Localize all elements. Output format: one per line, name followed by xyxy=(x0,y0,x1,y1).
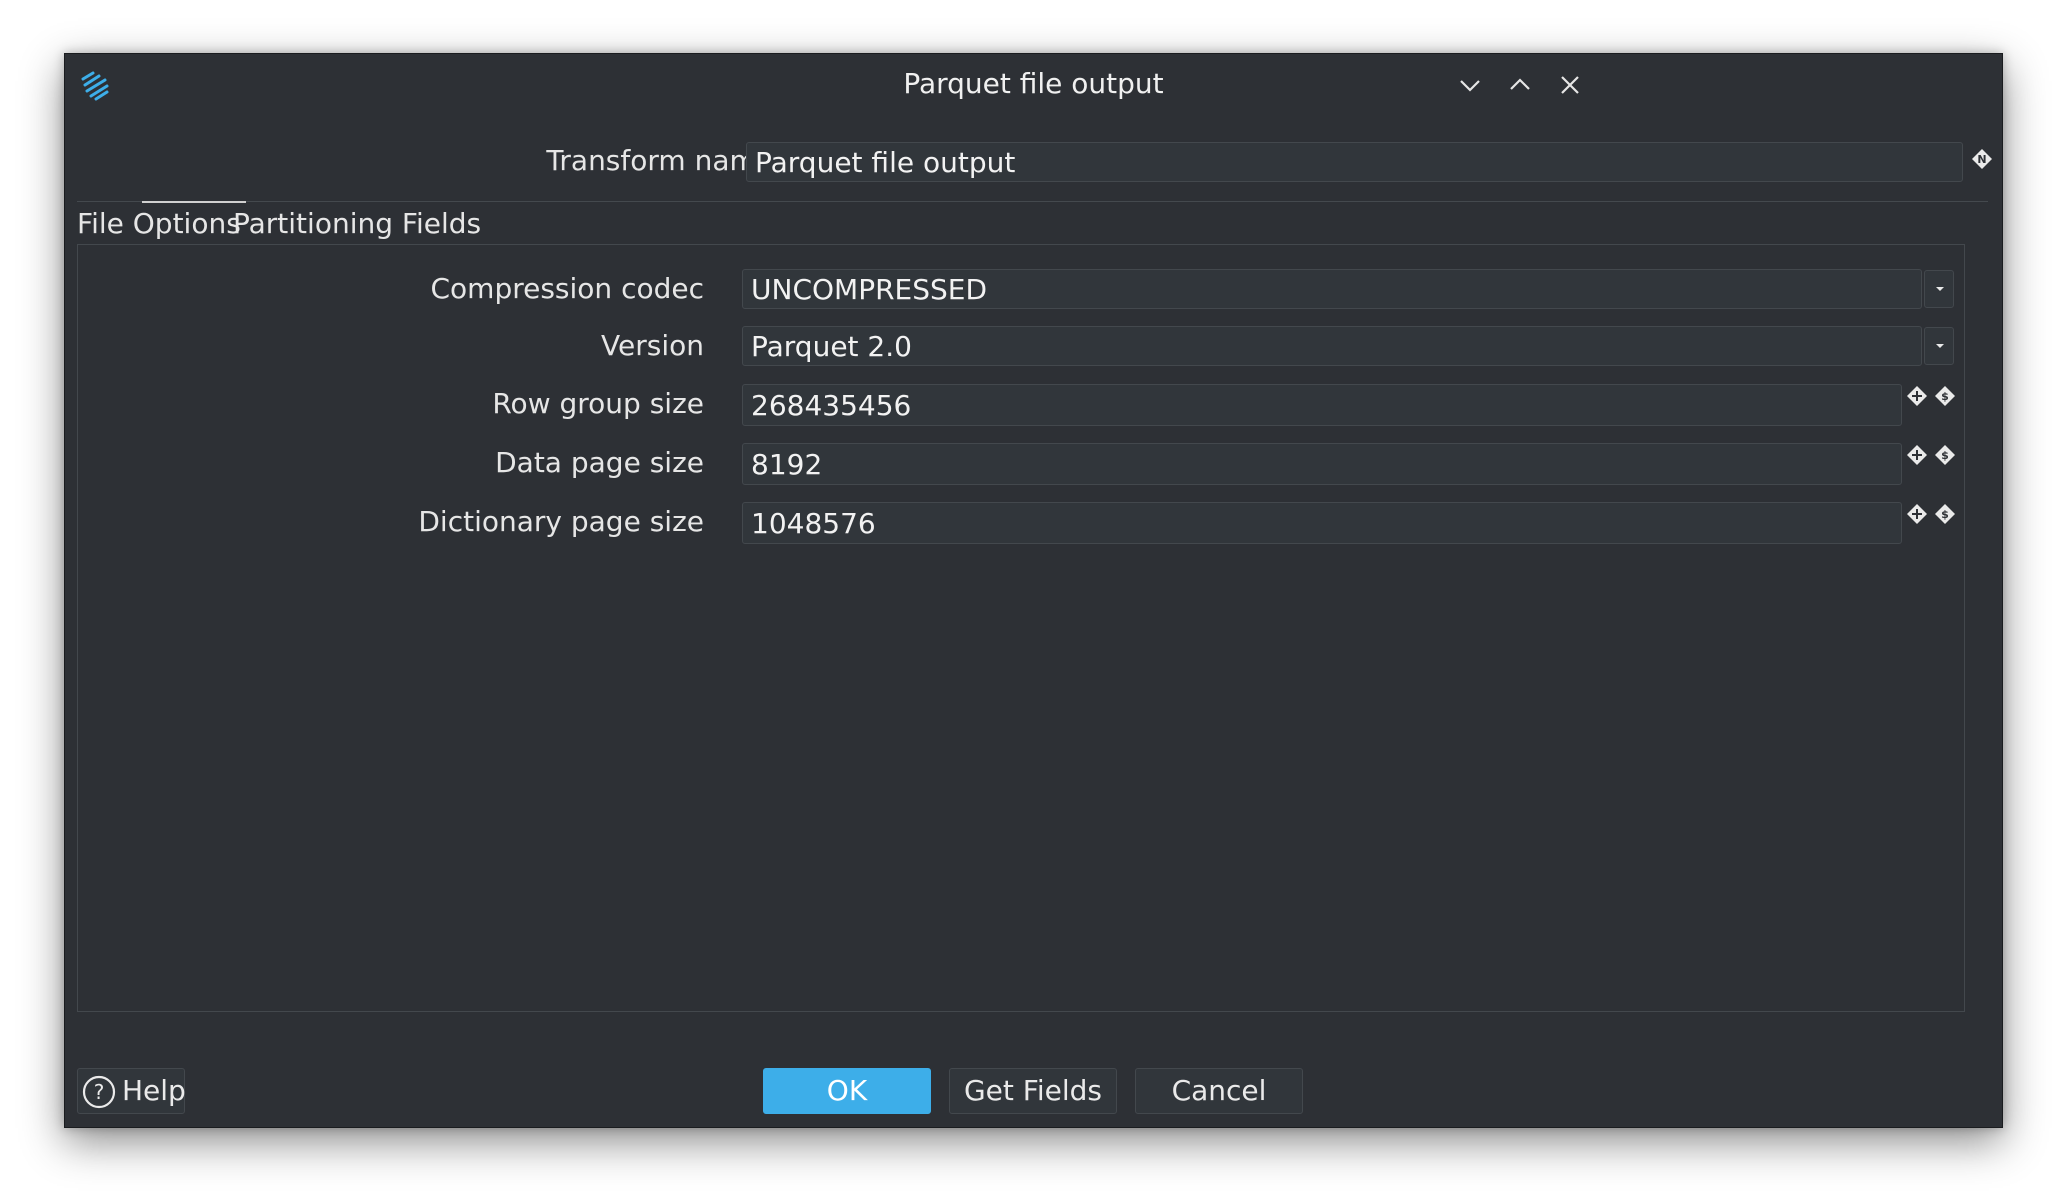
variable-icon[interactable] xyxy=(1906,503,1928,525)
variable-icon[interactable] xyxy=(1906,385,1928,407)
data-page-size-label: Data page size xyxy=(495,446,704,479)
ok-button[interactable]: OK xyxy=(763,1068,931,1114)
svg-text:$: $ xyxy=(1941,449,1949,462)
variable-icon[interactable] xyxy=(1906,444,1928,466)
get-fields-button[interactable]: Get Fields xyxy=(949,1068,1117,1114)
dictionary-page-size-label: Dictionary page size xyxy=(418,505,704,538)
help-circle-icon: ? xyxy=(82,1075,116,1109)
tab-file-options[interactable]: File Options xyxy=(77,201,241,245)
version-dropdown-button[interactable] xyxy=(1924,327,1954,365)
row-group-size-input[interactable] xyxy=(742,384,1902,426)
parquet-dialog: Parquet file output Transform name N Fil… xyxy=(64,53,2003,1128)
maximize-button[interactable] xyxy=(1505,70,1535,100)
file-options-panel: Compression codec Version Row group size… xyxy=(77,244,1965,1012)
dictionary-page-size-input[interactable] xyxy=(742,502,1902,544)
help-label: Help xyxy=(122,1074,186,1107)
compression-codec-label: Compression codec xyxy=(430,272,704,305)
dollar-icon[interactable]: $ xyxy=(1934,503,1956,525)
compression-codec-select[interactable] xyxy=(742,269,1922,309)
svg-text:$: $ xyxy=(1941,508,1949,521)
svg-text:?: ? xyxy=(94,1080,105,1104)
dropdown-arrow-icon xyxy=(1936,344,1944,348)
chevron-down-icon xyxy=(1460,80,1480,92)
close-icon xyxy=(1561,76,1579,94)
svg-text:$: $ xyxy=(1941,390,1949,403)
compression-dropdown-button[interactable] xyxy=(1924,270,1954,308)
help-button[interactable]: ? Help xyxy=(77,1068,186,1114)
tab-partitioning-fields[interactable]: Partitioning Fields xyxy=(233,201,481,245)
transform-name-input[interactable] xyxy=(746,142,1963,182)
dollar-icon[interactable]: $ xyxy=(1934,385,1956,407)
variable-icon[interactable]: N xyxy=(1971,148,1993,170)
dollar-icon[interactable]: $ xyxy=(1934,444,1956,466)
minimize-button[interactable] xyxy=(1455,70,1485,100)
version-select[interactable] xyxy=(742,326,1922,366)
version-label: Version xyxy=(601,329,704,362)
row-group-size-label: Row group size xyxy=(492,387,704,420)
close-button[interactable] xyxy=(1555,70,1585,100)
window-title: Parquet file output xyxy=(903,67,1164,100)
svg-text:N: N xyxy=(1977,153,1986,166)
dropdown-arrow-icon xyxy=(1936,287,1944,291)
title-bar[interactable]: Parquet file output xyxy=(65,54,2002,114)
data-page-size-input[interactable] xyxy=(742,443,1902,485)
transform-name-label: Transform name xyxy=(546,144,774,177)
chevron-up-icon xyxy=(1510,78,1530,90)
cancel-button[interactable]: Cancel xyxy=(1135,1068,1303,1114)
